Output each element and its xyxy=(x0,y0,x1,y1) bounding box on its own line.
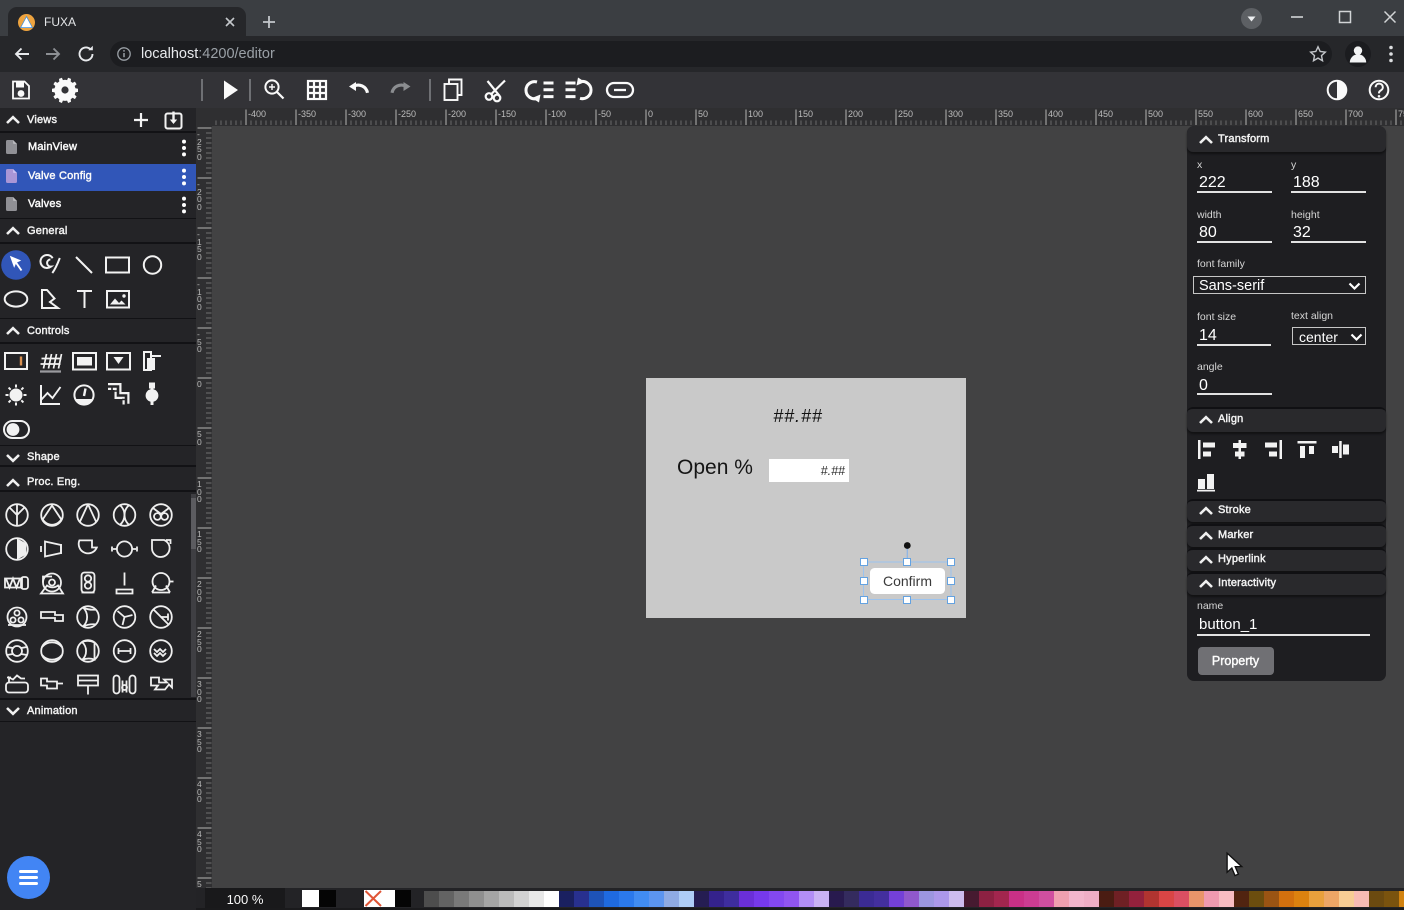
svg-text:650: 650 xyxy=(1298,109,1313,119)
svg-text:50: 50 xyxy=(698,109,708,119)
svg-text:200: 200 xyxy=(848,109,863,119)
svg-text:500: 500 xyxy=(1148,109,1163,119)
svg-text:-250: -250 xyxy=(398,109,416,119)
svg-text:-100: -100 xyxy=(548,109,566,119)
svg-text:-400: -400 xyxy=(248,109,266,119)
svg-text:100: 100 xyxy=(748,109,763,119)
svg-text:550: 550 xyxy=(1198,109,1213,119)
svg-text:250: 250 xyxy=(898,109,913,119)
svg-text:0: 0 xyxy=(648,109,653,119)
svg-text:-200: -200 xyxy=(448,109,466,119)
svg-text:150: 150 xyxy=(798,109,813,119)
svg-text:-50: -50 xyxy=(598,109,611,119)
svg-text:-300: -300 xyxy=(348,109,366,119)
svg-text:-350: -350 xyxy=(298,109,316,119)
svg-text:600: 600 xyxy=(1248,109,1263,119)
svg-text:750: 750 xyxy=(1398,109,1404,119)
svg-text:400: 400 xyxy=(1048,109,1063,119)
svg-text:350: 350 xyxy=(998,109,1013,119)
svg-text:300: 300 xyxy=(948,109,963,119)
svg-text:-150: -150 xyxy=(498,109,516,119)
svg-text:700: 700 xyxy=(1348,109,1363,119)
svg-text:450: 450 xyxy=(1098,109,1113,119)
